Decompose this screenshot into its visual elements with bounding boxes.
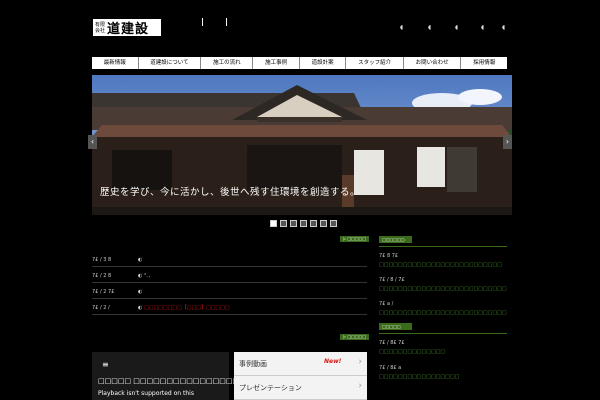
sidebar-entry-link[interactable]: □□□□□□□□□□□□□□□□□□□□□□□□□□ — [379, 262, 502, 268]
news-date: 7£ / 3 8 — [92, 257, 112, 263]
nav-item-recruit[interactable]: 採用情報 — [461, 57, 507, 69]
logo-small-text: 有限会社 — [95, 21, 106, 34]
sidebar-entry-date: 7£ a / — [379, 301, 394, 307]
slider-pagination — [270, 220, 337, 227]
news-date: 7£ / 2 / — [92, 305, 110, 311]
sidebar-entry-date: 7£ / 8£ 7£ — [379, 340, 405, 346]
news-text-highlight[interactable]: □□□□□□□□【□□□】□□□□□ — [144, 302, 230, 314]
sidebar-divider — [379, 246, 507, 247]
video-list: 事例動画 New! › プレゼンテーション › — [234, 352, 367, 400]
sidebar-entry-date: 7£ 8 7£ — [379, 253, 399, 259]
slider-dot[interactable] — [300, 220, 307, 227]
chevron-right-icon: › — [358, 381, 362, 391]
nav-item-works[interactable]: 施工事例 — [253, 57, 300, 69]
nav-item-plans[interactable]: 道設計案 — [300, 57, 347, 69]
nav-item-staff[interactable]: スタッフ紹介 — [346, 57, 404, 69]
video-more-button[interactable]: ▷ □□□□□ — [340, 334, 370, 340]
slider-dot[interactable] — [290, 220, 297, 227]
video-list-item[interactable]: 事例動画 New! › — [234, 352, 367, 376]
logo-text: 道建設 — [107, 22, 150, 37]
sidebar-entry-link[interactable]: □□□□□□□□□□□□□□□□□□□□□□□□□□□ — [379, 310, 507, 316]
slider-prev-button[interactable]: ‹ — [88, 135, 97, 149]
sidebar-entry-date: 7£ / 8 / 7£ — [379, 277, 405, 283]
nav-item-contact[interactable]: お問い合わせ — [404, 57, 462, 69]
news-type-icon: ◐ — [138, 257, 143, 263]
news-row[interactable]: 7£ / 3 8 ◐ — [92, 254, 367, 267]
news-more-button[interactable]: ▷ □□□□□ — [340, 236, 370, 242]
sidebar-entry-link[interactable]: □□□□□□□□□□□□□□□□□□□□□□□□□□□ — [379, 286, 507, 292]
sns-icon[interactable]: ◖ — [481, 24, 484, 31]
news-type-icon: ◐ — [138, 273, 143, 279]
playback-note: Playback isn't supported on this — [98, 390, 194, 397]
news-type-icon: ◐ — [138, 305, 143, 311]
new-badge: New! — [324, 358, 342, 365]
news-text: ᵈ₋, — [144, 273, 151, 279]
news-type-icon: ◐ — [138, 289, 143, 295]
header-divider — [202, 18, 203, 26]
video-list-label: プレゼンテーション — [239, 384, 302, 392]
hero-slider[interactable]: 歴史を学び、今に活かし、後世へ残す住環境を創造する。 — [92, 75, 512, 215]
news-row[interactable]: 7£ / 2 7£ ◐ — [92, 286, 367, 299]
hero-caption: 歴史を学び、今に活かし、後世へ残す住環境を創造する。 — [100, 187, 361, 198]
slider-dot[interactable] — [270, 220, 277, 227]
news-date: 7£ / 2 7£ — [92, 289, 115, 295]
chevron-right-icon: › — [358, 357, 362, 367]
video-list-item[interactable]: プレゼンテーション › — [234, 376, 367, 400]
sidebar-section-title: □□□□□□ — [379, 236, 412, 243]
sidebar-section-title: □□□□□ — [379, 323, 412, 330]
sidebar-entry-link[interactable]: □□□□□□□□□□□□□□□□□ — [379, 374, 459, 380]
slider-next-button[interactable]: › — [503, 135, 512, 149]
video-list-label: 事例動画 — [239, 360, 267, 368]
news-row[interactable]: 7£ / 2 8 ◐ ᵈ₋, — [92, 270, 367, 283]
sns-icon[interactable]: ◖ — [428, 24, 431, 31]
slider-dot[interactable] — [330, 220, 337, 227]
news-row[interactable]: 7£ / 2 / ◐ □□□□□□□□【□□□】□□□□□ — [92, 302, 367, 315]
slider-dot[interactable] — [320, 220, 327, 227]
news-date: 7£ / 2 8 — [92, 273, 112, 279]
sns-icon[interactable]: ◖ — [400, 24, 403, 31]
nav-item-process[interactable]: 施工の流れ — [201, 57, 254, 69]
company-logo[interactable]: 有限会社 道建設 — [93, 19, 161, 37]
playlist-icon: ≡ — [102, 360, 109, 369]
sns-icon[interactable]: ◖ — [502, 24, 505, 31]
nav-item-news[interactable]: 最新情報 — [92, 57, 139, 69]
sidebar-divider — [379, 333, 507, 334]
sns-icon[interactable]: ◖ — [455, 24, 458, 31]
main-nav: 最新情報 道建設について 施工の流れ 施工事例 道設計案 スタッフ紹介 お問い合… — [92, 57, 507, 69]
sidebar-entry-link[interactable]: □□□□□□□□□□□□□□ — [379, 349, 445, 355]
nav-item-about[interactable]: 道建設について — [139, 57, 202, 69]
header-divider — [226, 18, 227, 26]
sidebar-entry-date: 7£ / 8£ a — [379, 365, 402, 371]
video-player[interactable]: ≡ □□□□□ □□□□□□□□□□□□□□□□ (□□□□□ Playback… — [92, 352, 277, 400]
slider-dot[interactable] — [280, 220, 287, 227]
slider-dot[interactable] — [310, 220, 317, 227]
